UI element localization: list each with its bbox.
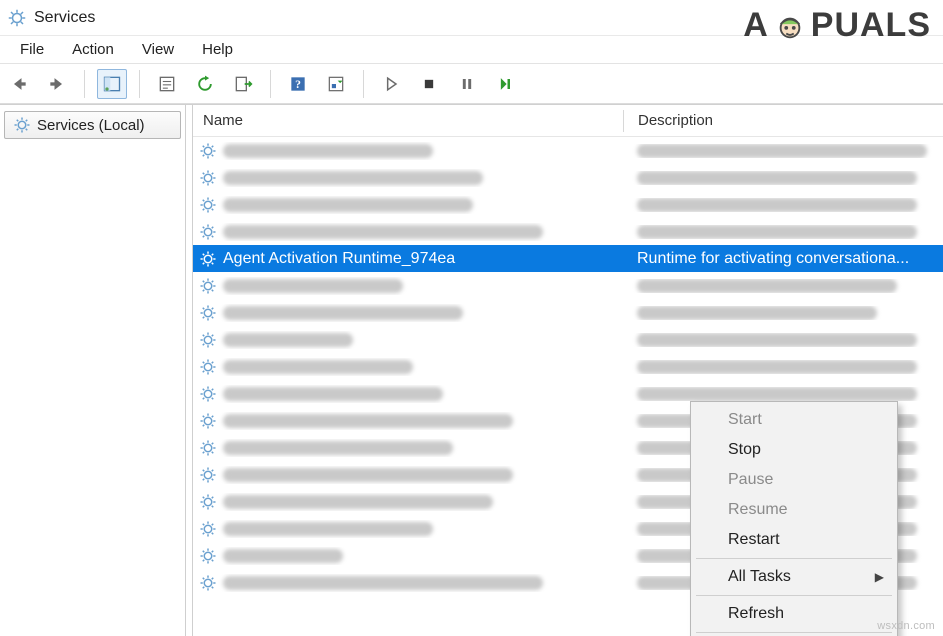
service-gear-icon: [199, 574, 217, 592]
context-menu-all-tasks[interactable]: All Tasks▶: [694, 562, 894, 592]
service-gear-icon: [199, 547, 217, 565]
window-titlebar: Services: [0, 0, 943, 36]
service-row[interactable]: [193, 137, 943, 164]
service-gear-icon: [199, 358, 217, 376]
context-menu-restart[interactable]: Restart: [694, 525, 894, 555]
service-gear-icon: [199, 142, 217, 160]
window-title: Services: [34, 9, 95, 27]
context-menu-separator: [696, 595, 892, 596]
column-headers: Name Description: [193, 105, 943, 137]
menubar: File Action View Help: [0, 36, 943, 64]
list-panel: Name Description: [186, 105, 943, 636]
toolbar-separator: [139, 70, 140, 98]
svg-text:?: ?: [295, 78, 301, 91]
service-gear-icon: [199, 439, 217, 457]
service-row[interactable]: [193, 299, 943, 326]
toolbar-separator: [270, 70, 271, 98]
service-row-selected[interactable]: Agent Activation Runtime_974ea Runtime f…: [193, 245, 943, 272]
service-gear-icon: [199, 277, 217, 295]
service-row[interactable]: [193, 353, 943, 380]
toolbar-forward-button[interactable]: [42, 69, 72, 99]
service-gear-icon: [199, 250, 217, 268]
service-row[interactable]: [193, 218, 943, 245]
service-description: Runtime for activating conversationa...: [637, 250, 909, 267]
content-area: Services (Local) Name Description: [0, 104, 943, 636]
services-icon: [8, 9, 26, 27]
toolbar-pause-service-button[interactable]: [452, 69, 482, 99]
tree-item-label: Services (Local): [37, 117, 145, 134]
menu-file[interactable]: File: [6, 38, 58, 61]
toolbar-start-service-button[interactable]: [376, 69, 406, 99]
toolbar-export-button[interactable]: [228, 69, 258, 99]
service-gear-icon: [199, 223, 217, 241]
context-menu-start: Start: [694, 405, 894, 435]
service-gear-icon: [199, 493, 217, 511]
context-menu-pause: Pause: [694, 465, 894, 495]
service-row[interactable]: [193, 164, 943, 191]
context-menu-stop[interactable]: Stop: [694, 435, 894, 465]
menu-action[interactable]: Action: [58, 38, 128, 61]
column-header-description[interactable]: Description: [624, 112, 943, 129]
toolbar-refresh-button[interactable]: [190, 69, 220, 99]
service-gear-icon: [199, 331, 217, 349]
service-row[interactable]: [193, 272, 943, 299]
menu-view[interactable]: View: [128, 38, 188, 61]
service-row[interactable]: [193, 326, 943, 353]
toolbar-help-page-button[interactable]: [321, 69, 351, 99]
context-menu-separator: [696, 632, 892, 633]
context-menu: StartStopPauseResumeRestart All Tasks▶ Ref…: [690, 401, 898, 636]
menu-help[interactable]: Help: [188, 38, 247, 61]
service-gear-icon: [199, 169, 217, 187]
service-gear-icon: [199, 304, 217, 322]
toolbar-help-button[interactable]: ?: [283, 69, 313, 99]
context-menu-resume: Resume: [694, 495, 894, 525]
submenu-arrow-icon: ▶: [875, 570, 884, 584]
service-gear-icon: [199, 385, 217, 403]
service-row[interactable]: [193, 191, 943, 218]
toolbar-properties-button[interactable]: [152, 69, 182, 99]
service-gear-icon: [199, 196, 217, 214]
service-gear-icon: [199, 466, 217, 484]
left-tree-panel: Services (Local): [0, 105, 186, 636]
context-menu-refresh[interactable]: Refresh: [694, 599, 894, 629]
service-gear-icon: [199, 520, 217, 538]
toolbar-separator: [363, 70, 364, 98]
service-gear-icon: [199, 412, 217, 430]
toolbar-console-tree-button[interactable]: [97, 69, 127, 99]
gear-icon: [13, 116, 31, 134]
toolbar-separator: [84, 70, 85, 98]
toolbar: ?: [0, 64, 943, 104]
toolbar-restart-service-button[interactable]: [490, 69, 520, 99]
service-name: Agent Activation Runtime_974ea: [223, 250, 455, 268]
column-header-name[interactable]: Name: [193, 112, 623, 129]
tree-item-services-local[interactable]: Services (Local): [4, 111, 181, 139]
toolbar-back-button[interactable]: [4, 69, 34, 99]
context-menu-separator: [696, 558, 892, 559]
toolbar-stop-service-button[interactable]: [414, 69, 444, 99]
